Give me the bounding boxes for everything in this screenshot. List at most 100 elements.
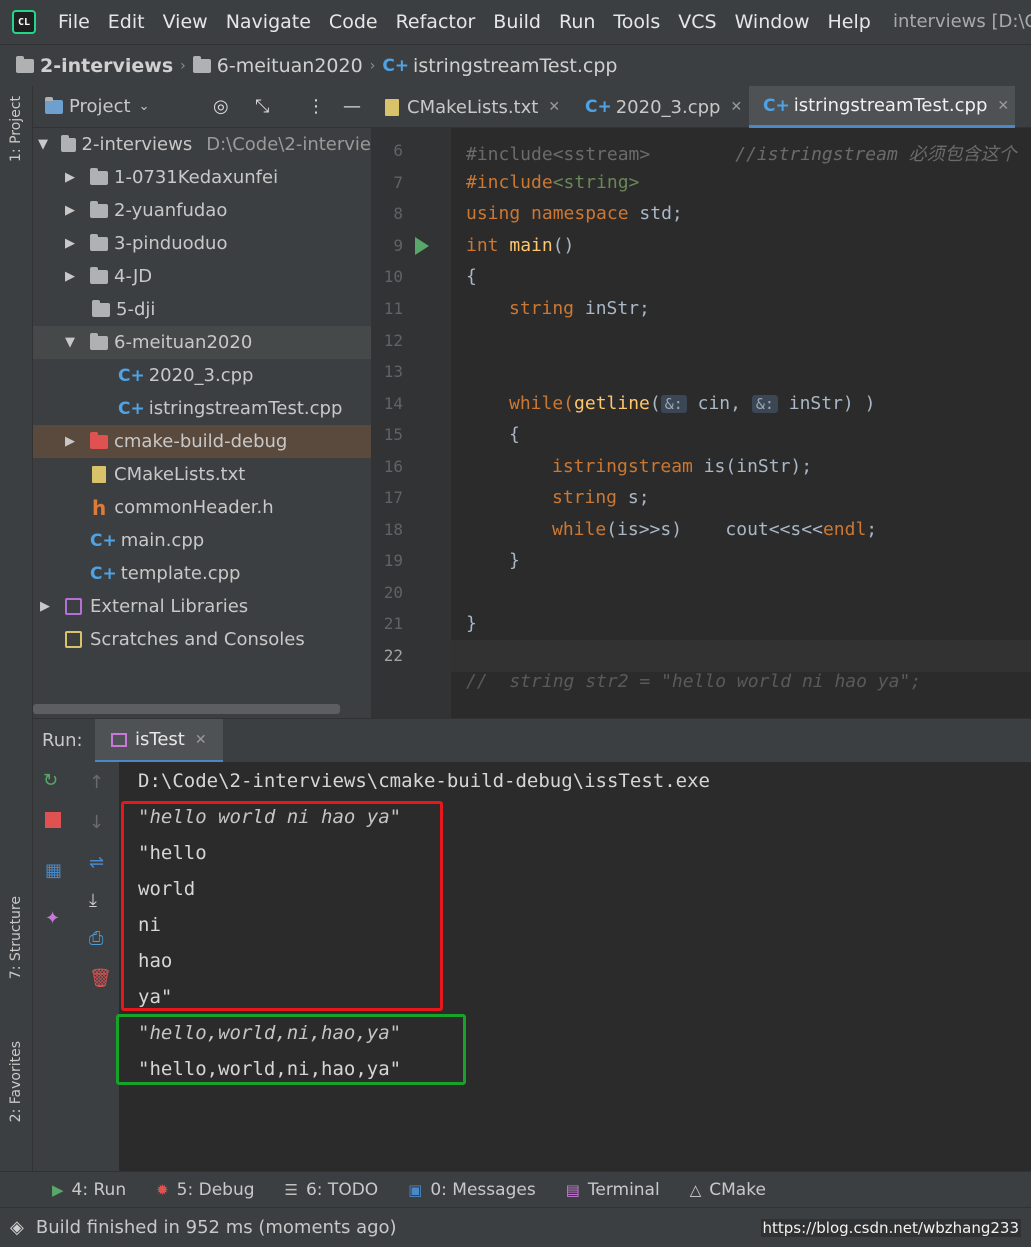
- collapsed-arrow-icon[interactable]: ▶: [60, 170, 80, 185]
- run-gutter-icon[interactable]: [415, 237, 429, 255]
- folder-icon: [192, 55, 211, 73]
- tree-item-external-libraries[interactable]: ▶ External Libraries: [33, 590, 371, 623]
- menu-navigate[interactable]: Navigate: [226, 11, 311, 33]
- rerun-icon[interactable]: ↻: [43, 770, 58, 791]
- menu-refactor[interactable]: Refactor: [396, 11, 476, 33]
- down-arrow-icon[interactable]: ↓: [89, 812, 104, 833]
- collapsed-arrow-icon[interactable]: ▶: [60, 203, 80, 218]
- tree-item-scratches[interactable]: Scratches and Consoles: [33, 623, 371, 656]
- close-icon[interactable]: ✕: [195, 732, 207, 748]
- menu-build[interactable]: Build: [493, 11, 541, 33]
- tool-label: 6: TODO: [305, 1179, 379, 1200]
- messages-tool-button[interactable]: ▣ 0: Messages: [408, 1180, 536, 1200]
- folder-icon: [90, 167, 108, 185]
- todo-tool-button[interactable]: ☰ 6: TODO: [285, 1180, 379, 1200]
- project-view-selector[interactable]: Project: [69, 96, 131, 117]
- tree-item-label: Scratches and Consoles: [90, 629, 305, 650]
- console-output[interactable]: D:\Code\2-interviews\cmake-build-debug\i…: [116, 762, 1031, 1171]
- layers-icon[interactable]: ◈: [10, 1217, 24, 1238]
- menu-edit[interactable]: Edit: [108, 11, 145, 33]
- tree-item-folder[interactable]: ▶ 4-JD: [33, 260, 371, 293]
- hide-panel-icon[interactable]: —: [343, 96, 361, 117]
- stop-icon[interactable]: [45, 812, 61, 828]
- collapsed-arrow-icon[interactable]: ▶: [60, 434, 80, 449]
- tab-cmakelists[interactable]: CMakeLists.txt ✕: [371, 86, 569, 128]
- code-editor[interactable]: 6 7 8 9 10 11 12 13 14 15 16 17 18 19 20…: [371, 128, 1031, 718]
- cmake-tool-button[interactable]: △ CMake: [690, 1180, 766, 1200]
- tool-label: 4: Run: [71, 1179, 127, 1200]
- collapsed-arrow-icon[interactable]: ▶: [60, 236, 80, 251]
- run-label: Run:: [42, 730, 83, 751]
- tree-item-folder[interactable]: ▶ cmake-build-debug: [33, 425, 371, 458]
- locate-target-icon[interactable]: ◎: [213, 96, 229, 117]
- trash-icon[interactable]: 🗑: [89, 968, 112, 989]
- chevron-right-icon: ›: [369, 57, 376, 74]
- up-arrow-icon[interactable]: ↑: [89, 772, 104, 793]
- breadcrumb: 2-interviews › 6-meituan2020 › C+ istrin…: [0, 44, 1031, 86]
- layout-icon[interactable]: ▦: [45, 860, 62, 881]
- terminal-tool-button[interactable]: ▤ Terminal: [566, 1180, 660, 1200]
- line-number: 17: [383, 488, 403, 507]
- close-icon[interactable]: ✕: [997, 98, 1009, 114]
- tree-item-root[interactable]: ▼ 2-interviews D:\Code\2-intervie: [33, 128, 371, 161]
- menu-window[interactable]: Window: [735, 11, 810, 33]
- menu-file[interactable]: File: [58, 11, 90, 33]
- menu-code[interactable]: Code: [329, 11, 378, 33]
- tree-item-folder[interactable]: ▶ 3-pinduoduo: [33, 227, 371, 260]
- tree-item-folder[interactable]: ▶ 2-yuanfudao: [33, 194, 371, 227]
- menu-tools[interactable]: Tools: [613, 11, 660, 33]
- pin-icon[interactable]: ✦: [45, 908, 60, 929]
- collapsed-arrow-icon[interactable]: ▶: [60, 269, 80, 284]
- structure-tool-tab-label: 7: Structure: [8, 896, 24, 980]
- tree-item-file[interactable]: CMakeLists.txt: [33, 458, 371, 491]
- breadcrumb-folder[interactable]: 6-meituan2020: [217, 55, 363, 77]
- breadcrumb-file[interactable]: istringstreamTest.cpp: [413, 55, 617, 77]
- menu-view[interactable]: View: [163, 11, 208, 33]
- more-options-icon[interactable]: ⋮: [307, 96, 325, 117]
- line-number: 13: [383, 362, 403, 381]
- close-icon[interactable]: ✕: [730, 99, 742, 115]
- scroll-to-end-icon[interactable]: ⤓: [89, 890, 97, 911]
- soft-wrap-icon[interactable]: ⇌: [89, 852, 104, 873]
- tree-item-file[interactable]: h commonHeader.h: [33, 491, 371, 524]
- run-config-tab[interactable]: isTest ✕: [95, 719, 223, 763]
- tree-item-file[interactable]: C+ main.cpp: [33, 524, 371, 557]
- collapse-arrows-icon[interactable]: ⤡: [255, 96, 269, 117]
- menu-run[interactable]: Run: [559, 11, 595, 33]
- debug-tool-button[interactable]: ✹ 5: Debug: [156, 1180, 254, 1200]
- structure-tool-tab[interactable]: 7: Structure: [4, 896, 28, 979]
- tab-label: 2020_3.cpp: [615, 96, 721, 118]
- tree-item-folder[interactable]: ▼ 6-meituan2020: [33, 326, 371, 359]
- code-token: istringstream: [552, 456, 704, 477]
- status-message[interactable]: Build finished in 952 ms (moments ago): [36, 1217, 397, 1238]
- folder-icon: [61, 134, 76, 152]
- project-tool-tab[interactable]: 1: Project: [4, 96, 28, 162]
- print-icon[interactable]: ⎙: [89, 928, 103, 949]
- cpp-file-icon: C+: [382, 55, 410, 76]
- code-token: cin,: [686, 393, 752, 414]
- breadcrumb-project[interactable]: 2-interviews: [40, 55, 173, 77]
- expanded-arrow-icon[interactable]: ▼: [35, 137, 51, 152]
- run-tool-button[interactable]: ▶ 4: Run: [52, 1180, 126, 1200]
- expanded-arrow-icon[interactable]: ▼: [60, 335, 80, 350]
- code-token: #include<sstream>: [466, 144, 651, 165]
- collapsed-arrow-icon[interactable]: ▶: [35, 599, 55, 614]
- tree-item-file[interactable]: C+ istringstreamTest.cpp: [33, 392, 371, 425]
- code-token: inStr;: [584, 298, 650, 319]
- line-number: 15: [383, 425, 403, 444]
- tab-istringstreamtest[interactable]: C+ istringstreamTest.cpp ✕: [749, 86, 1015, 128]
- tree-item-folder[interactable]: ▶ 1-0731Kedaxunfei: [33, 161, 371, 194]
- code-token: (: [649, 393, 661, 414]
- horizontal-scrollbar[interactable]: [33, 704, 340, 714]
- close-icon[interactable]: ✕: [548, 99, 560, 115]
- tree-item-file[interactable]: C+ template.cpp: [33, 557, 371, 590]
- code-token: (is>>s) cout<<s<<: [606, 519, 823, 540]
- tab-2020-3[interactable]: C+ 2020_3.cpp ✕: [571, 86, 747, 128]
- tree-item-folder[interactable]: 5-dji: [33, 293, 371, 326]
- chevron-down-icon[interactable]: ⌄: [139, 99, 150, 114]
- menu-vcs[interactable]: VCS: [678, 11, 716, 33]
- menu-help[interactable]: Help: [827, 11, 870, 33]
- cpp-file-icon: C+: [118, 365, 145, 386]
- tree-item-file[interactable]: C+ 2020_3.cpp: [33, 359, 371, 392]
- favorites-tool-tab[interactable]: 2: Favorites: [4, 1041, 28, 1122]
